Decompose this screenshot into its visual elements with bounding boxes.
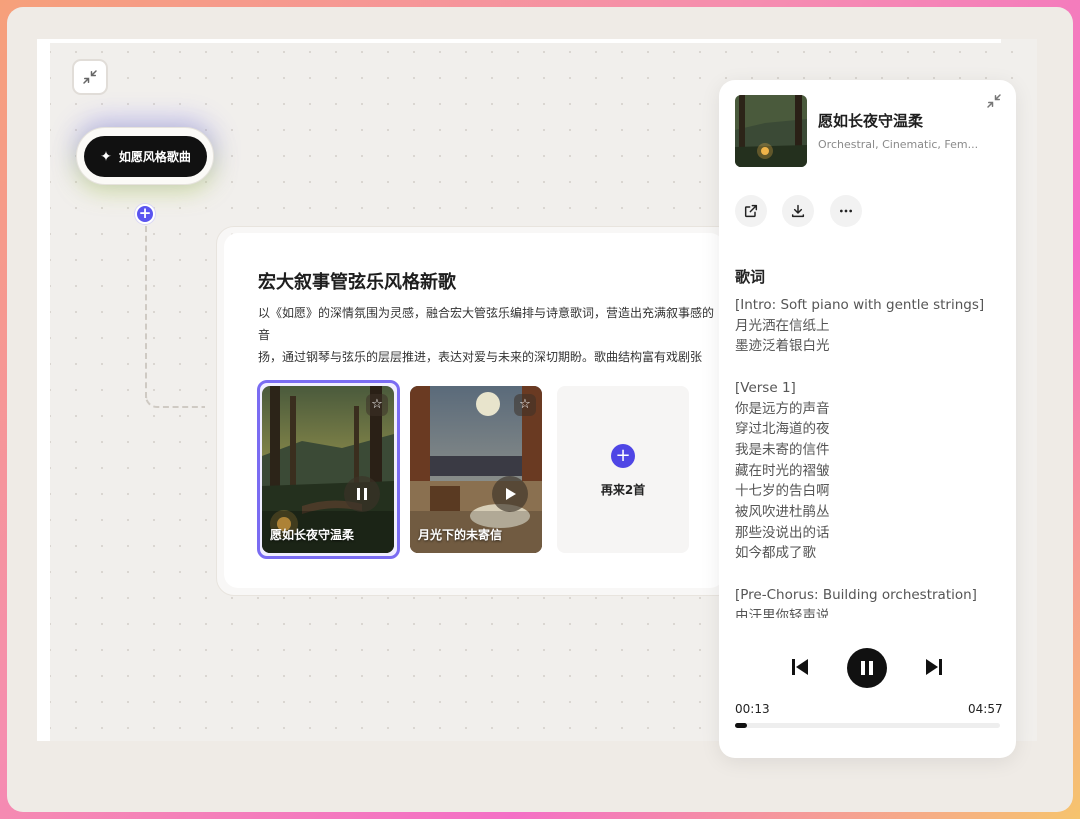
pause-button[interactable] [847,648,887,688]
collapse-canvas-button[interactable] [72,59,108,95]
connector-line [145,226,147,398]
add-node-button[interactable]: + [135,204,155,224]
canvas-edge [37,39,50,741]
player-song-title: 愿如长夜守温柔 [818,112,924,130]
minimize-icon[interactable] [985,92,1003,110]
lyrics-heading: 歌词 [735,268,766,286]
more-options-button[interactable] [830,195,862,227]
canvas-edge-top [37,39,1001,43]
card-title: 宏大叙事管弦乐风格新歌 [258,272,456,293]
song-card-2[interactable]: ☆ 月光下的未寄信 [410,386,542,553]
card-description: 以《如愿》的深情氛围为灵感，融合宏大管弦乐编排与诗意歌词，营造出充满叙事感的音 … [258,306,715,364]
generate-more-card[interactable] [557,386,689,553]
more-dots-icon [840,209,852,213]
forest-night-artwork [735,95,807,167]
sparkle-icon: ✦ [100,148,112,165]
generate-more-label[interactable]: 再来2首 [557,481,689,498]
album-cover [735,95,807,167]
share-button[interactable] [735,195,767,227]
download-button[interactable] [782,195,814,227]
next-track-icon[interactable] [923,656,945,678]
connector-line-horizontal [145,396,205,408]
song-title: 月光下的未寄信 [418,528,503,542]
download-icon [791,204,805,218]
progress-bar[interactable] [735,723,1000,728]
pause-icon [861,661,873,675]
current-time: 00:13 [735,702,770,716]
add-icon[interactable]: + [611,444,635,468]
song-card-1[interactable]: ☆ 愿如长夜守温柔 [262,386,394,553]
previous-track-icon[interactable] [789,656,811,678]
lyrics-text[interactable]: [Intro: Soft piano with gentle strings] … [735,295,1005,618]
prompt-node-button[interactable]: ✦ 如愿风格歌曲 [84,136,207,177]
external-link-icon [744,204,758,218]
pause-icon[interactable] [344,476,380,512]
favorite-star-icon[interactable]: ☆ [514,394,536,416]
play-icon[interactable] [492,476,528,512]
song-title: 愿如长夜守温柔 [270,528,355,542]
total-time: 04:57 [968,702,1003,716]
progress-fill [735,723,747,728]
prompt-node-label: 如愿风格歌曲 [118,150,191,164]
player-song-tags: Orchestral, Cinematic, Fem... [818,138,979,151]
collapse-icon [83,70,97,84]
favorite-star-icon[interactable]: ☆ [366,394,388,416]
